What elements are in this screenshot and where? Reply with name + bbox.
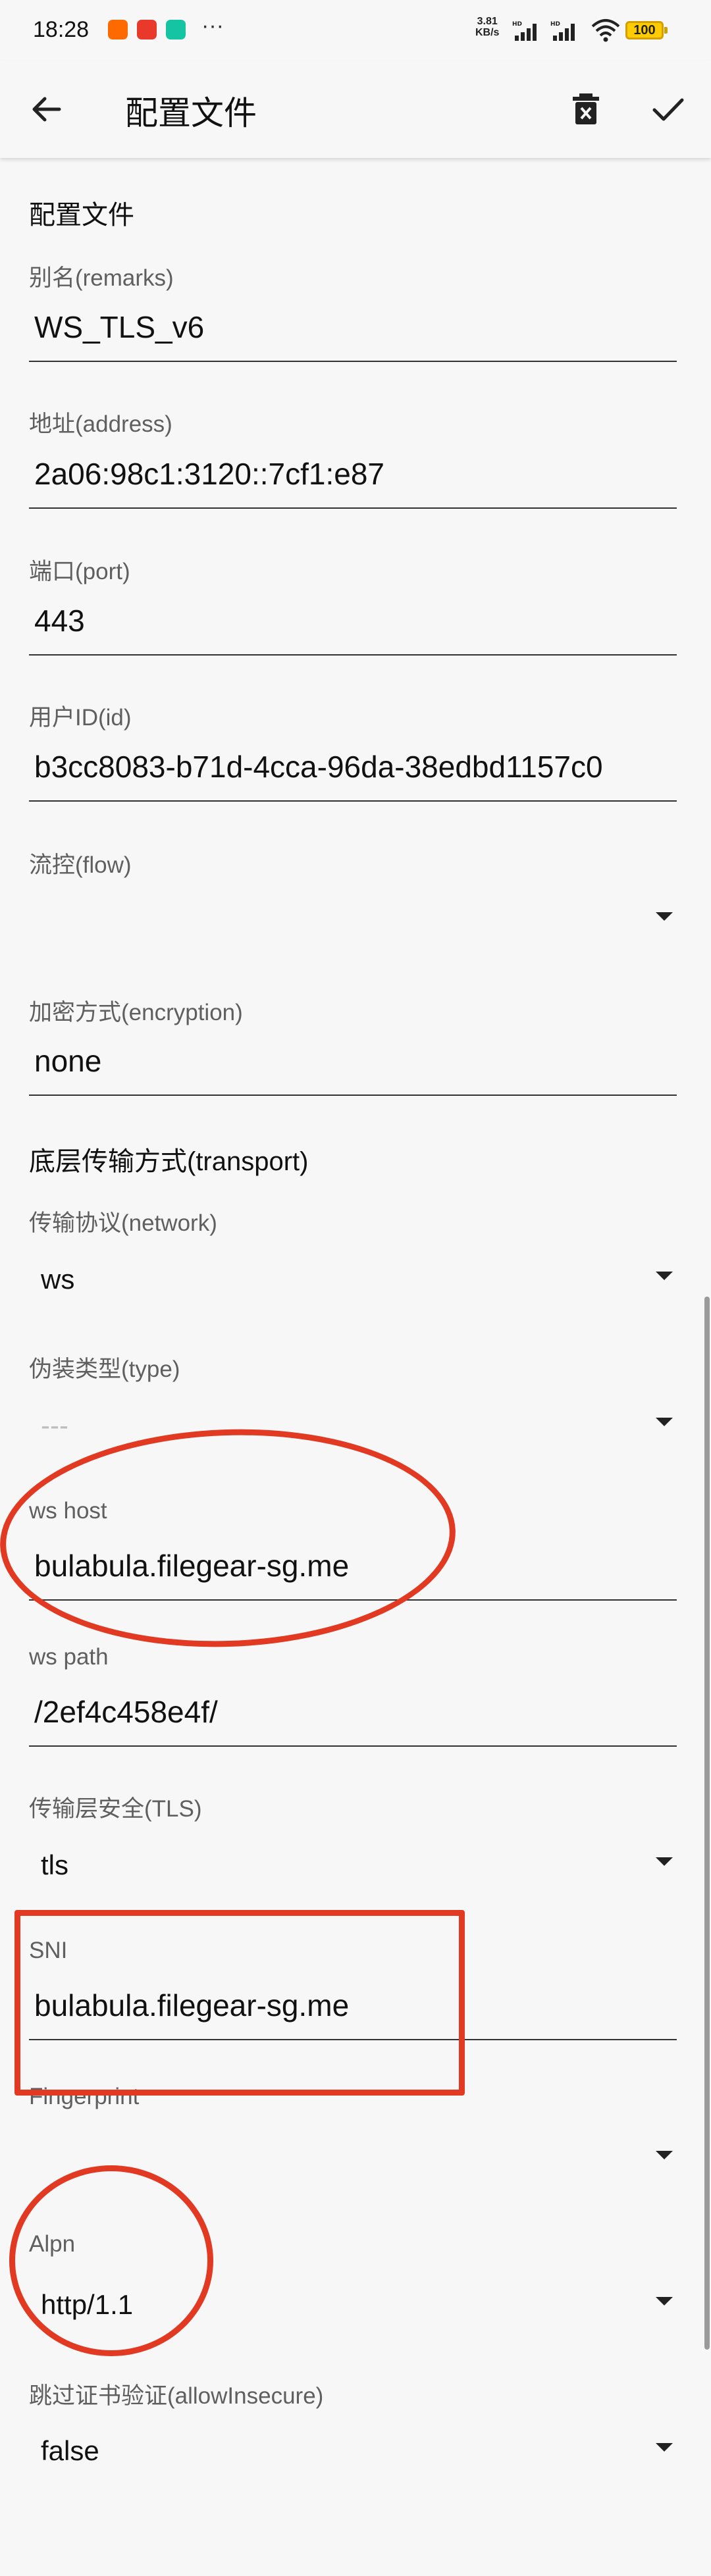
wifi-icon [591, 19, 620, 42]
ws-host-label: ws host [29, 1498, 107, 1524]
ws-path-field[interactable]: /2ef4c458e4f/ [29, 1674, 677, 1747]
taobao-app-icon [108, 20, 128, 39]
network-dropdown-arrow-icon [656, 1272, 673, 1280]
allow-insecure-dropdown-arrow-icon [656, 2443, 673, 2452]
address-label: 地址(address) [29, 411, 172, 437]
type-dropdown-arrow-icon [656, 1418, 673, 1426]
ws-host-field[interactable]: bulabula.filegear-sg.me [29, 1528, 677, 1601]
remarks-field[interactable]: WS_TLS_v6 [29, 290, 677, 362]
section-profile-title: 配置文件 [29, 201, 134, 230]
mi-app-icon [166, 20, 186, 39]
encryption-field[interactable]: none [29, 1023, 677, 1096]
user-id-label: 用户ID(id) [29, 705, 132, 731]
network-dropdown[interactable]: ws [29, 1243, 681, 1315]
allow-insecure-value: false [41, 2435, 99, 2466]
port-value: 443 [34, 604, 85, 638]
sni-label: SNI [29, 1938, 68, 1963]
fingerprint-label: Fingerprint [29, 2084, 140, 2109]
alpn-value: http/1.1 [41, 2289, 134, 2320]
fingerprint-dropdown-arrow-icon [656, 2151, 673, 2159]
delete-icon[interactable] [565, 88, 607, 130]
fingerprint-dropdown[interactable] [29, 2122, 681, 2194]
address-field[interactable]: 2a06:98c1:3120::7cf1:e87 [29, 436, 677, 509]
news-app-icon [137, 20, 157, 39]
ws-host-value: bulabula.filegear-sg.me [34, 1549, 350, 1583]
section-transport-title: 底层传输方式(transport) [29, 1147, 309, 1176]
more-notifications-icon: ··· [201, 13, 224, 38]
sni-field[interactable]: bulabula.filegear-sg.me [29, 1968, 677, 2040]
network-speed-value: 3.81 [477, 16, 498, 27]
signal-2-tag: HD [550, 21, 560, 28]
tls-label: 传输层安全(TLS) [29, 1796, 202, 1822]
ws-path-value: /2ef4c458e4f/ [34, 1695, 218, 1729]
remarks-label: 别名(remarks) [29, 265, 174, 291]
type-label: 伪装类型(type) [29, 1356, 180, 1382]
scrollbar[interactable] [704, 1297, 710, 2350]
allow-insecure-dropdown[interactable]: false [29, 2414, 681, 2486]
allow-insecure-label: 跳过证书验证(allowInsecure) [29, 2383, 324, 2409]
ws-path-label: ws path [29, 1644, 109, 1670]
user-id-value: b3cc8083-b71d-4cca-96da-38edbd1157c0 [34, 750, 603, 784]
page-title: 配置文件 [125, 95, 257, 132]
flow-dropdown[interactable] [29, 883, 681, 956]
app-bar: 配置文件 [0, 61, 711, 158]
alpn-label: Alpn [29, 2231, 76, 2257]
user-id-field[interactable]: b3cc8083-b71d-4cca-96da-38edbd1157c0 [29, 729, 677, 802]
encryption-label: 加密方式(encryption) [29, 1000, 243, 1025]
save-check-icon[interactable] [646, 88, 689, 130]
remarks-value: WS_TLS_v6 [34, 310, 205, 344]
flow-dropdown-arrow-icon [656, 912, 673, 921]
address-value: 2a06:98c1:3120::7cf1:e87 [34, 457, 385, 491]
signal-2-icon: HD [550, 21, 575, 41]
network-label: 传输协议(network) [29, 1210, 217, 1236]
status-bar: 18:28 ··· 3.81 KB/s HD HD 100 [0, 0, 711, 61]
status-time: 18:28 [33, 17, 90, 42]
back-arrow-icon[interactable] [26, 88, 68, 130]
network-speed: 3.81 KB/s [475, 16, 499, 38]
sni-value: bulabula.filegear-sg.me [34, 1988, 350, 2022]
network-speed-unit: KB/s [475, 27, 500, 38]
battery-icon: 100 [625, 21, 668, 39]
signal-1-tag: HD [512, 21, 522, 28]
signal-1-icon: HD [512, 21, 537, 41]
tls-value: tls [41, 1849, 68, 1880]
flow-label: 流控(flow) [29, 852, 132, 878]
port-field[interactable]: 443 [29, 583, 677, 656]
alpn-dropdown[interactable]: http/1.1 [29, 2268, 681, 2340]
port-label: 端口(port) [29, 559, 130, 584]
alpn-dropdown-arrow-icon [656, 2297, 673, 2306]
type-dropdown[interactable]: --- [29, 1389, 681, 1461]
encryption-value: none [34, 1044, 102, 1078]
type-value: --- [41, 1410, 68, 1441]
network-value: ws [41, 1264, 75, 1295]
tls-dropdown[interactable]: tls [29, 1828, 681, 1901]
tls-dropdown-arrow-icon [656, 1857, 673, 1866]
